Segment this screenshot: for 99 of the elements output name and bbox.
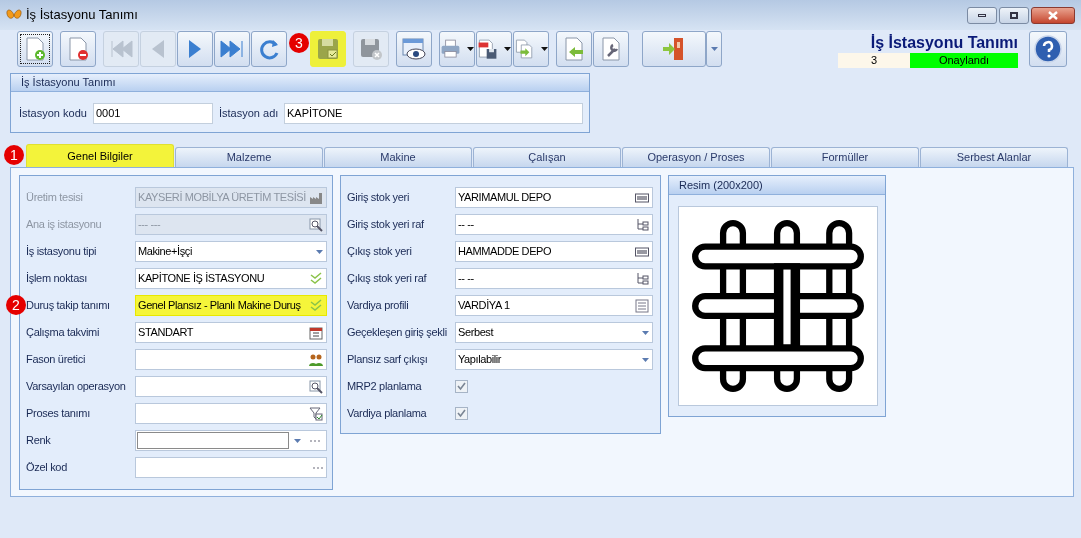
- field-label: Plansız sarf çıkışı: [347, 352, 429, 368]
- toolbar-button[interactable]: [17, 31, 53, 67]
- tab[interactable]: Genel Bilgiler: [26, 144, 174, 167]
- maximize-button[interactable]: [999, 7, 1029, 24]
- input-field[interactable]: Genel Plansız - Planlı Makine Duruş: [135, 295, 327, 316]
- field-label: Renk: [26, 433, 52, 449]
- tab[interactable]: Operasyon / Proses: [622, 147, 770, 167]
- dropdown-arrow-icon: [710, 47, 718, 51]
- field-label: İstasyon adı: [219, 106, 280, 122]
- input-field[interactable]: KAPİTONE: [284, 103, 583, 124]
- field-label: Ana iş istasyonu: [26, 217, 103, 233]
- minimize-button[interactable]: [967, 7, 997, 24]
- record-number: 3: [838, 53, 910, 68]
- preview-icon: [401, 36, 427, 62]
- input-field[interactable]: HAMMADDE DEPO: [455, 241, 653, 262]
- field-label: Çıkış stok yeri: [347, 244, 413, 260]
- field-label: Giriş stok yeri: [347, 190, 411, 206]
- tree-structure-icon: [635, 271, 649, 286]
- search-icon: [309, 217, 323, 232]
- field-label: Varsayılan operasyon: [26, 379, 127, 395]
- input-field[interactable]: [135, 457, 327, 478]
- step-badge: 2: [6, 295, 26, 315]
- input-field[interactable]: -- --: [455, 214, 653, 235]
- close-button[interactable]: [1031, 7, 1075, 24]
- dropdown-arrow-icon: [504, 47, 511, 51]
- barcode-icon: [635, 190, 649, 205]
- dropdown-arrow-icon: [294, 438, 301, 443]
- input-field[interactable]: [135, 349, 327, 370]
- dropdown-arrow-icon: [316, 249, 323, 254]
- dropdown-field[interactable]: Makine+İşçi: [135, 241, 327, 262]
- checkbox[interactable]: [455, 407, 468, 420]
- field-label: Vardiya profili: [347, 298, 410, 314]
- calendar-icon: [309, 325, 323, 340]
- field-label: İşlem noktası: [26, 271, 88, 287]
- list-icon: [635, 298, 649, 313]
- checkbox[interactable]: [455, 380, 468, 393]
- input-field[interactable]: 0001: [93, 103, 213, 124]
- dropdown-field[interactable]: Yapılabilir: [455, 349, 653, 370]
- toolbar-button[interactable]: [476, 31, 512, 67]
- double-check-icon: [309, 298, 323, 313]
- field-label: Vardiya planlama: [347, 406, 428, 422]
- factory-icon: [309, 190, 323, 205]
- save-icon: [315, 36, 341, 62]
- ellipsis-icon: [313, 466, 323, 469]
- step-badge: 3: [289, 33, 309, 53]
- people-icon: [309, 352, 323, 367]
- dropdown-arrow-icon: [467, 47, 474, 51]
- tab[interactable]: Formüller: [771, 147, 919, 167]
- toolbar-button[interactable]: [396, 31, 432, 67]
- field-label: İş istasyonu tipi: [26, 244, 98, 260]
- step-badge: 1: [4, 145, 24, 165]
- tab[interactable]: Malzeme: [175, 147, 323, 167]
- input-field[interactable]: KAPİTONE İŞ İSTASYONU: [135, 268, 327, 289]
- barcode-icon: [635, 244, 649, 259]
- field-label: MRP2 planlama: [347, 379, 423, 395]
- close-icon: [1048, 11, 1058, 20]
- double-check-icon: [309, 271, 323, 286]
- dropdown-arrow-icon: [642, 330, 649, 335]
- dropdown-arrow-icon: [541, 47, 548, 51]
- field-label: Çıkış stok yeri raf: [347, 271, 428, 287]
- cancel-save-icon: [358, 36, 384, 62]
- tab[interactable]: Makine: [324, 147, 472, 167]
- filter-icon: [309, 406, 323, 421]
- field-label: Giriş stok yeri raf: [347, 217, 425, 233]
- input-field[interactable]: STANDART: [135, 322, 327, 343]
- input-field[interactable]: [135, 376, 327, 397]
- color-picker[interactable]: [135, 430, 327, 451]
- dropdown-arrow-icon: [642, 357, 649, 362]
- copy-documents-icon: [514, 36, 535, 62]
- dropdown-field[interactable]: Serbest: [455, 322, 653, 343]
- input-field[interactable]: YARIMAMUL DEPO: [455, 187, 653, 208]
- field-label: İstasyon kodu: [19, 106, 88, 122]
- field-label: Çalışma takvimi: [26, 325, 101, 341]
- input-field[interactable]: VARDİYA 1: [455, 295, 653, 316]
- status-badge: Onaylandı: [910, 53, 1018, 68]
- checkmark-icon: [457, 382, 466, 391]
- group-title: İş İstasyonu Tanımı: [21, 75, 116, 91]
- input-field[interactable]: -- --: [455, 268, 653, 289]
- field-label: Geçekleşen giriş şekli: [347, 325, 448, 341]
- window-title: İş İstasyonu Tanımı: [26, 6, 138, 25]
- field-label: Üretim tesisi: [26, 190, 84, 206]
- input-field[interactable]: [135, 403, 327, 424]
- tab[interactable]: Çalışan: [473, 147, 621, 167]
- color-swatch-field[interactable]: [137, 432, 289, 449]
- split-dropdown-button[interactable]: [706, 31, 722, 67]
- tree-structure-icon: [635, 217, 649, 232]
- tab[interactable]: Serbest Alanlar: [920, 147, 1068, 167]
- search-icon: [309, 379, 323, 394]
- field-label: Proses tanımı: [26, 406, 91, 422]
- help-icon: [1034, 35, 1062, 63]
- pdf-export-icon: [477, 36, 498, 62]
- group-title: Resim (200x200): [679, 177, 763, 193]
- help-button[interactable]: [1029, 31, 1067, 67]
- form-title: İş İstasyonu Tanımı: [870, 33, 1018, 53]
- field-label: Özel kod: [26, 460, 68, 476]
- checkmark-icon: [457, 409, 466, 418]
- ellipsis-icon: [310, 439, 320, 442]
- field-label: Fason üretici: [26, 352, 87, 368]
- field-label: Duruş takip tanımı: [26, 298, 111, 314]
